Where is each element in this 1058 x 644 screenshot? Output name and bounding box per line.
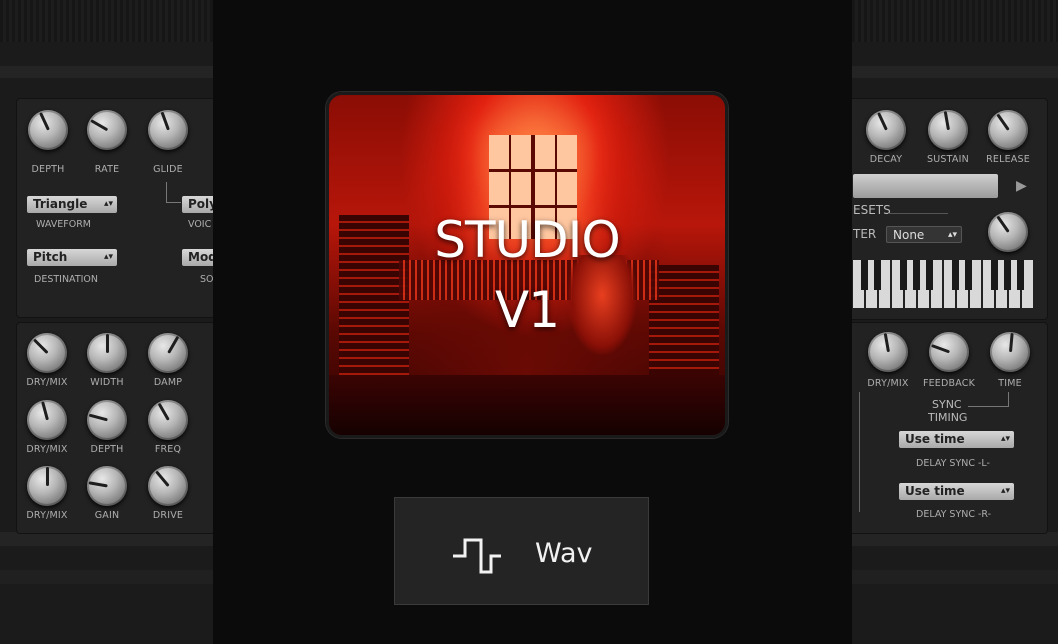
knob-dist-drymix[interactable] xyxy=(27,466,67,506)
knob-glide[interactable] xyxy=(148,110,188,150)
knob-feedback[interactable] xyxy=(929,332,969,372)
knob-drive-label: DRIVE xyxy=(152,510,184,521)
waveform-value: Triangle xyxy=(33,197,88,211)
delay-sync-left-label: DELAY SYNC -L- xyxy=(916,458,990,469)
knob-time-label: TIME xyxy=(998,378,1022,389)
knob-release[interactable] xyxy=(988,110,1028,150)
select-arrow-icon: ▴▾ xyxy=(947,230,957,240)
black-key[interactable] xyxy=(952,260,959,290)
black-key[interactable] xyxy=(991,260,998,290)
presets-label: ESETS xyxy=(853,203,891,217)
black-key[interactable] xyxy=(1004,260,1011,290)
knob-sustain[interactable] xyxy=(928,110,968,150)
knob-freq[interactable] xyxy=(148,400,188,440)
black-key[interactable] xyxy=(861,260,868,290)
knob-preset-volume[interactable] xyxy=(988,212,1028,252)
knob-delay-drymix[interactable] xyxy=(868,332,908,372)
black-key[interactable] xyxy=(874,260,881,290)
knob-gain[interactable] xyxy=(87,466,127,506)
knob-time[interactable] xyxy=(990,332,1030,372)
delay-sync-left-select[interactable]: Use time ▴▾ xyxy=(899,431,1014,448)
knob-depth-2[interactable] xyxy=(87,400,127,440)
destination-value: Pitch xyxy=(33,250,68,264)
filter-value: None xyxy=(893,228,925,242)
voice-label: VOIC xyxy=(188,219,212,230)
knob-drive[interactable] xyxy=(148,466,188,506)
filter-label: TER xyxy=(853,227,877,241)
artwork-title-line1: STUDIO xyxy=(434,211,620,269)
sync-label: SYNC xyxy=(932,398,962,411)
delay-sync-right-label: DELAY SYNC -R- xyxy=(916,509,992,520)
delay-sync-right-select[interactable]: Use time ▴▾ xyxy=(899,483,1014,500)
presets-divider xyxy=(888,213,948,214)
knob-rate[interactable] xyxy=(87,110,127,150)
knob-freq-label: FREQ xyxy=(154,444,182,455)
delay-sync-right-value: Use time xyxy=(905,484,965,498)
knob-glide-label: GLIDE xyxy=(153,164,183,175)
artwork-floor xyxy=(329,375,725,435)
knob-depth[interactable] xyxy=(28,110,68,150)
knob-width[interactable] xyxy=(87,333,127,373)
piano-keyboard[interactable] xyxy=(853,260,1033,308)
destination-select[interactable]: Pitch ▴▾ xyxy=(27,249,117,266)
black-key[interactable] xyxy=(913,260,920,290)
timing-label: TIMING xyxy=(928,411,968,424)
waveform-label: WAVEFORM xyxy=(36,219,92,230)
knob-damp[interactable] xyxy=(148,333,188,373)
select-arrow-icon: ▴▾ xyxy=(1000,434,1010,444)
filter-select[interactable]: None ▴▾ xyxy=(886,226,962,243)
play-arrow-icon[interactable]: ▶ xyxy=(1016,178,1027,194)
knob-damp-label: DAMP xyxy=(153,377,183,388)
knob-chorus-drymix[interactable] xyxy=(27,400,67,440)
black-key[interactable] xyxy=(900,260,907,290)
wav-button-label: Wav xyxy=(535,538,593,569)
select-arrow-icon: ▴▾ xyxy=(1000,486,1010,496)
destination-label: DESTINATION xyxy=(34,274,99,285)
preset-display[interactable] xyxy=(853,174,998,198)
black-key[interactable] xyxy=(965,260,972,290)
source-label: SO xyxy=(200,274,214,285)
artwork-title-line2: V1 xyxy=(494,281,560,339)
waveform-select[interactable]: Triangle ▴▾ xyxy=(27,196,117,213)
sync-bracket-left xyxy=(853,392,860,512)
wav-button[interactable]: Wav xyxy=(394,497,649,605)
black-key[interactable] xyxy=(1017,260,1024,290)
select-arrow-icon: ▴▾ xyxy=(103,199,113,209)
black-key[interactable] xyxy=(926,260,933,290)
knob-decay[interactable] xyxy=(866,110,906,150)
square-wave-icon xyxy=(453,538,501,574)
delay-sync-left-value: Use time xyxy=(905,432,965,446)
knob-release-label: RELEASE xyxy=(986,154,1030,165)
studio-artwork: STUDIO V1 xyxy=(326,92,728,438)
select-arrow-icon: ▴▾ xyxy=(103,252,113,262)
knob-reverb-drymix[interactable] xyxy=(27,333,67,373)
connector-line xyxy=(166,182,181,203)
sync-bracket-right xyxy=(968,392,1009,407)
